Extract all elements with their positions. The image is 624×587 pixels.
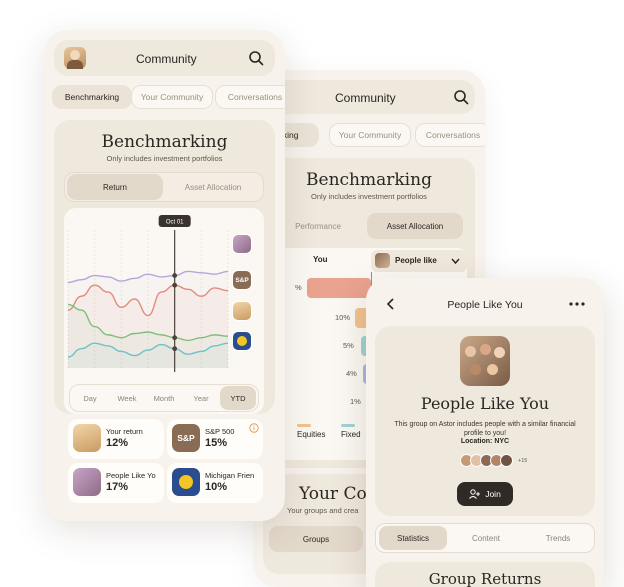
tile-label: S&P 500 [205, 427, 235, 436]
legend-equities: Equities [297, 430, 326, 439]
group-location: Location: NYC [460, 438, 510, 445]
back-header: Community [263, 80, 475, 114]
bar-4-pct: 4% [346, 369, 357, 378]
group-tabs: Statistics Content Trends [375, 523, 595, 553]
front-header: Community [54, 40, 275, 76]
tile-label: Your return [106, 427, 143, 436]
people-like-label: People like [395, 256, 437, 265]
tile-people-like-you[interactable]: People Like Yo 17% [68, 463, 164, 503]
tab-benchmarking[interactable]: Benchmarking [52, 85, 132, 109]
group-description: This group on Astor includes people with… [394, 421, 576, 437]
section-subtitle: Only includes investment portfolios [106, 154, 223, 163]
sp500-chip: S&P [232, 270, 252, 290]
group-photo [460, 336, 510, 386]
back-header-title: Community [335, 91, 396, 105]
tab-conversations[interactable]: Conversations [215, 85, 285, 109]
tile-value: 15% [205, 437, 228, 449]
compare-you-label: You [313, 255, 328, 264]
tab-conversations[interactable]: Conversations [415, 123, 485, 147]
date-tooltip-label: Oct 01 [166, 220, 184, 226]
bar-1 [307, 278, 371, 298]
section-subtitle: Only includes investment portfolios [311, 192, 427, 201]
tile-label: People Like Yo [106, 471, 156, 480]
tile-value: 17% [106, 481, 129, 493]
segment-asset-allocation[interactable]: Asset Allocation [165, 174, 261, 200]
your-return-chip [232, 301, 252, 321]
member-avatars [460, 454, 520, 468]
chart-panel: Oct 01 S&P Day Week Month Year YTD [64, 208, 264, 414]
info-icon[interactable] [249, 423, 259, 433]
timeframe-week[interactable]: Week [109, 386, 145, 410]
tile-sp500[interactable]: S&P S&P 500 15% [167, 419, 263, 459]
tile-michigan-friends[interactable]: Michigan Frien 10% [167, 463, 263, 503]
bar-3-pct: 5% [343, 341, 354, 350]
benchmarking-card: Benchmarking Only includes investment po… [54, 120, 275, 414]
user-avatar[interactable] [64, 47, 86, 69]
add-user-icon [469, 489, 481, 499]
legend-swatch [341, 424, 355, 427]
community-subtitle: Your groups and crea [287, 506, 359, 515]
marker-point [172, 282, 178, 288]
timeframe-year[interactable]: Year [183, 386, 219, 410]
timeframe-day[interactable]: Day [72, 386, 108, 410]
michigan-chip [232, 331, 252, 351]
tile-value: 10% [205, 481, 228, 493]
return-line-chart: Oct 01 [67, 215, 229, 372]
join-button[interactable]: Join [457, 482, 513, 506]
timeframe-month[interactable]: Month [146, 386, 182, 410]
tab-your-community[interactable]: Your Community [329, 123, 411, 147]
bar-1-pct: % [295, 283, 302, 292]
legend-swatch [297, 424, 311, 427]
front-header-title: Community [136, 52, 197, 66]
group-card: People Like You This group on Astor incl… [375, 326, 595, 516]
group-returns-title: Group Returns [428, 570, 542, 587]
chevron-down-icon [451, 258, 460, 265]
search-icon[interactable] [248, 50, 264, 66]
people-like-you-chip [232, 234, 252, 254]
marker-point [172, 273, 178, 278]
section-title: Benchmarking [101, 132, 228, 152]
people-like-dropdown[interactable]: People like [371, 250, 467, 272]
segment-asset-allocation[interactable]: Asset Allocation [367, 213, 463, 239]
tile-label: Michigan Frien [205, 471, 255, 480]
more-icon[interactable] [569, 302, 585, 306]
group-avatar [73, 468, 101, 496]
bar-2-pct: 10% [335, 313, 351, 322]
community-title: Your Co [299, 484, 367, 504]
member-count: +15 [518, 458, 528, 464]
segment-performance[interactable]: Performance [271, 213, 365, 239]
tab-your-community[interactable]: Your Community [131, 85, 213, 109]
tab-content[interactable]: Content [452, 526, 520, 550]
legend-fixed: Fixed [341, 430, 361, 439]
search-icon[interactable] [453, 89, 469, 105]
timeframe-ytd[interactable]: YTD [220, 386, 256, 410]
segment-control: Return Asset Allocation [64, 172, 264, 202]
bar-5-pct: 1% [350, 397, 361, 406]
front-phone-screen: Community Benchmarking Your Community Co… [44, 30, 285, 521]
michigan-logo [172, 468, 200, 496]
marker-point [172, 335, 178, 341]
groups-button[interactable]: Groups [269, 526, 363, 552]
group-title: People Like You [420, 394, 550, 413]
people-like-you-screen: People Like You People Like You This gro… [366, 278, 604, 587]
group-avatar-icon [375, 253, 390, 268]
section-title: Benchmarking [306, 170, 432, 190]
segment-return[interactable]: Return [67, 174, 163, 200]
group-returns-card: Group Returns [375, 562, 595, 587]
tab-statistics[interactable]: Statistics [379, 526, 447, 550]
sp500-logo: S&P [172, 424, 200, 452]
tile-your-return[interactable]: Your return 12% [68, 419, 164, 459]
tab-trends[interactable]: Trends [524, 526, 592, 550]
timeframe-selector: Day Week Month Year YTD [69, 384, 259, 412]
tile-value: 12% [106, 437, 129, 449]
marker-point [172, 346, 178, 352]
user-avatar [73, 424, 101, 452]
